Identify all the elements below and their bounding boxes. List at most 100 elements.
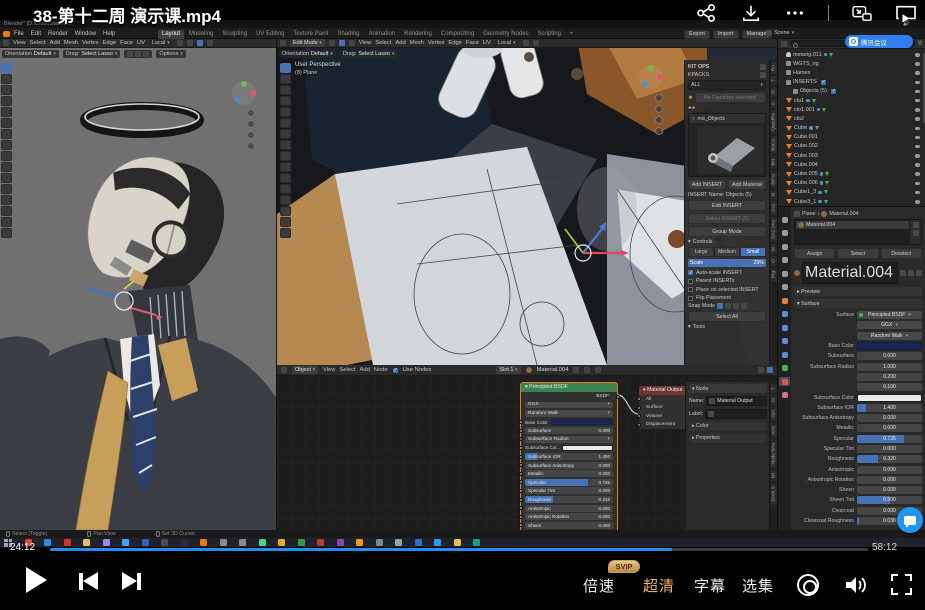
tool-icon[interactable] — [280, 195, 291, 205]
input-socket[interactable] — [519, 515, 523, 519]
tool-icon[interactable] — [280, 151, 291, 161]
checkbox[interactable] — [688, 270, 693, 275]
tool-icon[interactable] — [280, 173, 291, 183]
properties-section[interactable]: ▸ Properties — [689, 434, 767, 443]
value-slider[interactable]: 0.000 — [857, 352, 922, 360]
workspace-tab-layout[interactable]: Layout — [158, 30, 184, 39]
taskbar-app-icon[interactable] — [122, 539, 129, 546]
tool-icon[interactable] — [280, 96, 291, 106]
slider-widget[interactable]: 0.725 — [857, 435, 922, 443]
snap-option-icon[interactable] — [725, 303, 731, 309]
pivot-selector[interactable]: Local▾ — [149, 39, 173, 47]
volume-icon[interactable] — [843, 574, 869, 596]
viewport-menu-select[interactable]: Select — [29, 40, 45, 46]
shield-icon[interactable] — [900, 270, 906, 276]
chat-assistant-bubble[interactable] — [897, 507, 923, 533]
tool-icon[interactable] — [280, 129, 291, 139]
slider-widget[interactable]: 0.000 — [857, 414, 922, 422]
value-slider[interactable]: 1.000 — [857, 363, 922, 371]
workspace-tab-animation[interactable]: Animation — [364, 30, 399, 39]
tool-icon[interactable] — [1, 228, 12, 238]
properties-tab-render[interactable] — [779, 229, 790, 238]
visibility-eye-icon[interactable] — [915, 136, 920, 140]
workspace-tab-geometry-nodes[interactable]: Geometry Nodes — [479, 30, 532, 39]
subtitles-button[interactable]: 字幕 — [694, 575, 726, 596]
select-button[interactable]: Select — [837, 248, 878, 259]
axis-toggles[interactable] — [124, 50, 152, 58]
viewport-menu-view[interactable]: View — [13, 40, 25, 46]
tool-icon[interactable] — [280, 118, 291, 128]
sidebar-tab-arte[interactable]: Arte — [771, 423, 777, 438]
node-dropdown[interactable]: Random Walk▾ — [525, 410, 613, 417]
tool-icon[interactable] — [280, 74, 291, 84]
workspace-tab-scripting[interactable]: Scripting — [534, 30, 565, 39]
camera-view-icon[interactable] — [247, 131, 255, 139]
outliner-row[interactable]: INSERTS — [778, 78, 922, 87]
taskbar-app-icon[interactable] — [259, 539, 266, 546]
outliner-row[interactable]: clo1.001 — [778, 105, 922, 114]
group-mode-button[interactable]: Group Mode — [688, 226, 766, 237]
tool-icon[interactable] — [1, 63, 12, 73]
menu-widget[interactable]: Principled BSDF▾ — [857, 311, 922, 319]
ortho-toggle-icon[interactable] — [247, 142, 255, 150]
tool-icon[interactable] — [1, 151, 12, 161]
visibility-eye-icon[interactable] — [915, 163, 920, 167]
slider-widget[interactable]: 0.000 — [857, 352, 922, 360]
node-slider[interactable]: Roughness0.315 — [525, 496, 613, 503]
input-socket[interactable] — [637, 406, 641, 410]
sidebar-tab-t[interactable]: T — [771, 76, 777, 85]
deselect-button[interactable]: Deselect — [881, 248, 922, 259]
outliner-row[interactable]: Objects (5) — [778, 87, 922, 96]
node-slider[interactable]: Subsurface Anisotropy0.000 — [525, 462, 613, 469]
workspace-tab-uv-editing[interactable]: UV Editing — [252, 30, 288, 39]
outliner-row[interactable]: Cube.002 — [778, 142, 922, 151]
unlink-icon[interactable] — [916, 270, 922, 276]
taskbar-app-icon[interactable] — [142, 539, 149, 546]
tool-icon[interactable] — [280, 184, 291, 194]
visibility-eye-icon[interactable] — [915, 117, 920, 121]
viewport-menu-face[interactable]: Face — [466, 40, 479, 46]
meeting-overlay-badge[interactable]: 腾讯会议 — [845, 35, 913, 48]
input-socket[interactable] — [519, 472, 523, 476]
input-socket[interactable] — [519, 420, 523, 424]
taskbar-app-icon[interactable] — [473, 539, 480, 546]
workspace-tab-+[interactable]: + — [566, 30, 578, 39]
material-name-input[interactable]: Material.004 — [802, 262, 898, 284]
taskbar-app-icon[interactable] — [454, 539, 461, 546]
node-dropdown[interactable]: GGX▾ — [525, 402, 613, 409]
properties-tab-output[interactable] — [779, 242, 790, 251]
color-swatch[interactable] — [550, 419, 613, 425]
sidebar-tab-boco[interactable]: BoCo — [771, 136, 777, 154]
tool-icon[interactable] — [1, 173, 12, 183]
viewport-menu-vertex[interactable]: Vertex — [428, 40, 444, 46]
visibility-eye-icon[interactable] — [915, 154, 920, 158]
outliner-row[interactable]: Cube.005 — [778, 169, 922, 178]
node-slider[interactable]: Subsurface IOR1.400 — [525, 453, 613, 460]
tool-icon[interactable] — [1, 118, 12, 128]
slider-widget[interactable]: 0.500 — [857, 496, 922, 504]
color-swatch[interactable] — [857, 394, 922, 402]
episodes-button[interactable]: 选集 — [742, 575, 774, 596]
input-socket[interactable] — [637, 414, 641, 418]
taskbar-app-icon[interactable] — [83, 539, 90, 546]
outliner-row[interactable]: Hames — [778, 68, 922, 77]
node-menu-select[interactable]: Select — [339, 367, 355, 373]
sidebar-tab-daz-imp[interactable]: DAZ Imp — [771, 217, 777, 242]
slider-widget[interactable]: 0.100 — [857, 383, 922, 391]
snap-icon[interactable] — [758, 367, 764, 373]
properties-tab-world[interactable] — [779, 283, 790, 292]
fullscreen-icon[interactable] — [891, 574, 912, 595]
menu-widget[interactable]: Random Walk▾ — [857, 332, 922, 340]
taskbar-app-icon[interactable] — [434, 539, 441, 546]
snap-option-icon[interactable] — [733, 303, 739, 309]
principled-bsdf-node[interactable]: ▾ Principled BSDF BSDF GGX▾Random Walk▾B… — [520, 382, 618, 530]
tool-icon[interactable] — [1, 85, 12, 95]
node-slider[interactable]: Subsurface0.000 — [525, 427, 613, 434]
checkbox[interactable] — [688, 296, 693, 301]
outliner-row[interactable]: Cube — [778, 124, 922, 133]
sidebar-tab-t[interactable]: T — [771, 384, 777, 393]
select-insert-button[interactable]: Select INSERT (5) — [688, 213, 766, 224]
tool-icon[interactable] — [280, 63, 291, 73]
input-socket[interactable] — [519, 437, 523, 441]
kpack-filter-dropdown[interactable]: ALL▾ — [688, 80, 766, 90]
